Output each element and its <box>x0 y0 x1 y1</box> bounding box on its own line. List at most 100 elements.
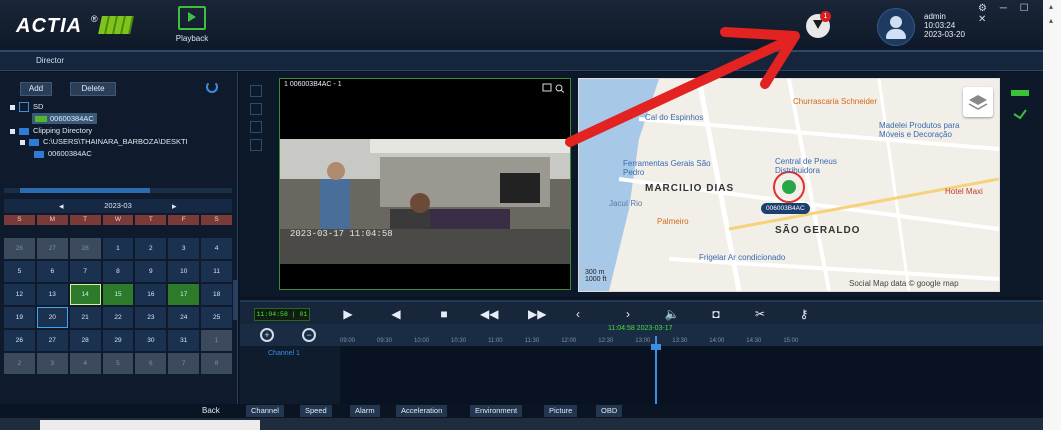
tree-item-sd[interactable]: SD <box>10 102 43 113</box>
calendar-day[interactable]: 21 <box>69 307 101 328</box>
calendar-day[interactable]: 18 <box>201 284 232 305</box>
calendar-weekday: T <box>69 215 101 225</box>
map-device-tag[interactable]: 006003B4AC <box>761 203 810 214</box>
bottom-tab-alarm[interactable]: Alarm <box>350 405 380 417</box>
calendar-day[interactable]: 30 <box>135 330 167 351</box>
calendar-day[interactable]: 16 <box>135 284 167 305</box>
calendar-day[interactable]: 20 <box>36 307 68 328</box>
calendar-day[interactable]: 12 <box>4 284 35 305</box>
calendar-day[interactable]: 8 <box>201 353 232 374</box>
tree-clip-label: Clipping Directory <box>33 126 93 135</box>
calendar-day[interactable]: 4 <box>201 238 232 259</box>
layout-button[interactable] <box>250 103 262 115</box>
calendar-prev-button[interactable]: ◂ <box>59 199 64 213</box>
volume-icon[interactable]: 🔈 <box>664 306 680 322</box>
calendar-day[interactable]: 17 <box>168 284 200 305</box>
panel-collapse-handle[interactable] <box>233 280 238 320</box>
bottom-tab-environment[interactable]: Environment <box>470 405 523 417</box>
calendar-day[interactable]: 8 <box>102 261 134 282</box>
bottom-tab-channel[interactable]: Channel <box>246 405 284 417</box>
scroll-down-icon[interactable]: ▴ <box>1049 16 1053 25</box>
playback-button[interactable]: Playback <box>170 6 214 48</box>
calendar-day[interactable]: 27 <box>36 238 68 259</box>
calendar-day[interactable]: 6 <box>135 353 167 374</box>
timeline-cursor[interactable] <box>651 336 661 404</box>
calendar-day[interactable]: 26 <box>4 238 35 259</box>
calendar-day[interactable]: 7 <box>69 261 101 282</box>
calendar-day[interactable]: 5 <box>102 353 134 374</box>
calendar-day[interactable]: 5 <box>4 261 35 282</box>
video-channel-title: 1 006003B4AC - 1 <box>284 81 342 88</box>
calendar-day[interactable]: 28 <box>69 330 101 351</box>
taskbar-search-box[interactable] <box>40 420 260 430</box>
timeline-tick: 11:00 <box>488 338 503 344</box>
bottom-tab-acceleration[interactable]: Acceleration <box>396 405 448 417</box>
tree-item-sd-device[interactable]: 00600384AC <box>32 113 97 124</box>
layout-button[interactable] <box>250 85 262 97</box>
bottom-tab-speed[interactable]: Speed <box>300 405 332 417</box>
calendar-day[interactable]: 15 <box>102 284 134 305</box>
calendar-day[interactable]: 28 <box>69 238 101 259</box>
calendar-day[interactable]: 10 <box>168 261 200 282</box>
tree-item-clipping[interactable]: Clipping Directory <box>10 126 92 135</box>
bottom-tab-obd[interactable]: OBD <box>596 405 623 417</box>
calendar-day[interactable]: 4 <box>69 353 101 374</box>
map-layers-button[interactable] <box>963 87 993 117</box>
calendar-day[interactable]: 6 <box>36 261 68 282</box>
user-avatar[interactable] <box>877 8 915 46</box>
calendar-day[interactable]: 26 <box>4 330 35 351</box>
calendar-day[interactable]: 2 <box>135 238 167 259</box>
zoom-out-icon[interactable]: − <box>302 328 316 342</box>
calendar-day[interactable]: 23 <box>135 307 167 328</box>
calendar-day[interactable]: 2 <box>4 353 35 374</box>
reverse-play-icon[interactable]: ◀ <box>388 306 404 322</box>
calendar-day[interactable]: 3 <box>36 353 68 374</box>
camera-snapshot-icon[interactable]: ◘ <box>708 306 724 322</box>
zoom-in-icon[interactable]: + <box>260 328 274 342</box>
next-frame-icon[interactable]: › <box>620 306 636 322</box>
tree-item-clip-device[interactable]: 00600384AC <box>34 149 92 158</box>
calendar-day[interactable]: 29 <box>102 330 134 351</box>
calendar-day[interactable]: 9 <box>135 261 167 282</box>
calendar-day[interactable]: 3 <box>168 238 200 259</box>
calendar-day[interactable]: 11 <box>201 261 232 282</box>
tree-clip-device-label: 00600384AC <box>48 149 92 158</box>
scroll-up-icon[interactable]: ▴ <box>1049 2 1053 11</box>
timeline-tick: 12:30 <box>598 338 614 344</box>
add-button[interactable]: Add <box>20 82 52 96</box>
layout-button[interactable] <box>250 121 262 133</box>
timeline-tick: 10:00 <box>414 338 430 344</box>
calendar-day[interactable]: 1 <box>201 330 232 351</box>
calendar-day[interactable]: 1 <box>102 238 134 259</box>
video-panel[interactable]: 1 006003B4AC - 1 2023-03-17 11:04:58 <box>279 78 571 290</box>
scrollbar-thumb[interactable] <box>20 188 150 193</box>
tree-item-clip-path[interactable]: C:\USERS\THAINARA_BARBOZA\DESKTI <box>20 137 188 146</box>
calendar-day[interactable]: 19 <box>4 307 35 328</box>
tab-director[interactable]: Director <box>36 56 64 65</box>
map-side-icons[interactable] <box>1008 86 1034 126</box>
back-button[interactable]: Back <box>202 406 220 415</box>
delete-button[interactable]: Delete <box>70 82 116 96</box>
play-icon[interactable]: ▶ <box>340 306 356 322</box>
tree-horizontal-scrollbar[interactable] <box>4 188 232 193</box>
rewind-icon[interactable]: ◀◀ <box>480 306 498 322</box>
timeline-track[interactable] <box>340 346 1043 404</box>
bottom-tab-picture[interactable]: Picture <box>544 405 578 417</box>
calendar-next-button[interactable]: ▸ <box>172 199 177 213</box>
calendar-day[interactable]: 27 <box>36 330 68 351</box>
window-controls[interactable]: ⚙ ─ ☐ ✕ <box>978 3 1043 25</box>
calendar-day[interactable]: 25 <box>201 307 232 328</box>
calendar-day[interactable]: 22 <box>102 307 134 328</box>
key-settings-icon[interactable]: ⚷ <box>796 306 812 322</box>
fast-forward-icon[interactable]: ▶▶ <box>528 306 546 322</box>
refresh-icon[interactable] <box>206 81 218 93</box>
calendar-day[interactable]: 14 <box>69 284 101 305</box>
stop-icon[interactable]: ■ <box>436 306 452 322</box>
calendar-day[interactable]: 13 <box>36 284 68 305</box>
cut-clip-icon[interactable]: ✂ <box>752 306 768 322</box>
calendar-day[interactable]: 24 <box>168 307 200 328</box>
layout-button[interactable] <box>250 139 262 151</box>
calendar-day[interactable]: 7 <box>168 353 200 374</box>
previous-frame-icon[interactable]: ‹ <box>570 306 586 322</box>
calendar-day[interactable]: 31 <box>168 330 200 351</box>
